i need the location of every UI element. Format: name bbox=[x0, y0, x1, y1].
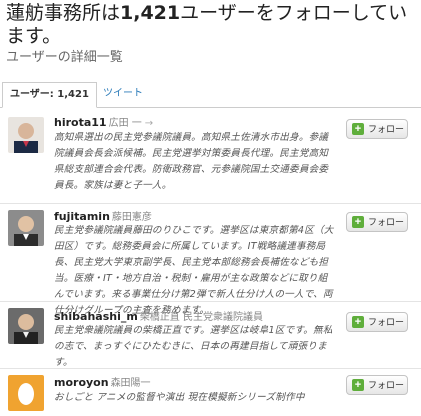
list-item: hirota11 広田 一 → 高知県選出の民主党参議院議員。高知県土佐清水市出身。… bbox=[0, 109, 421, 204]
list-item: fujitamin 藤田憲彦 民主党参議院議員藤田のりひこです。選挙区は東京都第4… bbox=[0, 204, 421, 316]
plus-icon: + bbox=[352, 216, 364, 228]
full-name: 森田陽一 bbox=[110, 378, 151, 389]
full-name: 広田 一 bbox=[108, 118, 142, 129]
page-subtitle: ユーザーの詳細一覧 bbox=[6, 50, 123, 65]
follow-button[interactable]: + フォロー bbox=[346, 119, 408, 139]
plus-icon: + bbox=[352, 316, 364, 328]
tab-bar: ユーザー: 1,421 ツイート bbox=[0, 82, 421, 108]
avatar[interactable] bbox=[8, 117, 44, 153]
avatar[interactable] bbox=[8, 210, 44, 246]
page-title: 蓮舫事務所は1,421ユーザーをフォローしています。 bbox=[6, 2, 408, 47]
screen-name[interactable]: hirota11 bbox=[54, 116, 107, 129]
user-name-line: moroyon 森田陽一 bbox=[54, 376, 151, 391]
follow-button[interactable]: + フォロー bbox=[346, 375, 408, 395]
full-name: 柴橋正直 民主党衆議院議員 bbox=[139, 312, 263, 323]
screen-name[interactable]: shibahashi_m bbox=[54, 310, 138, 323]
user-name-line: hirota11 広田 一 → bbox=[54, 116, 153, 131]
avatar[interactable] bbox=[8, 308, 44, 344]
user-bio: 高知県選出の民主党参議院議員。高知県土佐清水市出身。参議院議員会長会派候補。民主… bbox=[54, 132, 329, 191]
user-bio: 民主党衆議院議員の柴橋正直です。選挙区は岐阜1区です。無私の志で、まっすぐにひた… bbox=[54, 325, 333, 368]
plus-icon: + bbox=[352, 379, 364, 391]
avatar[interactable] bbox=[8, 375, 44, 411]
plus-icon: + bbox=[352, 123, 364, 135]
user-bio: おしごと アニメの監督や演出 現在模擬新シリーズ制作中 bbox=[54, 392, 305, 403]
tab-users[interactable]: ユーザー: 1,421 bbox=[2, 82, 97, 108]
screen-name[interactable]: fujitamin bbox=[54, 210, 110, 223]
follow-button[interactable]: + フォロー bbox=[346, 212, 408, 232]
list-item: shibahashi_m 柴橋正直 民主党衆議院議員 民主党衆議院議員の柴橋正直で… bbox=[0, 302, 421, 369]
tab-tweets[interactable]: ツイート bbox=[96, 82, 150, 108]
full-name: 藤田憲彦 bbox=[111, 212, 152, 223]
arrow-right-icon: → bbox=[144, 118, 154, 129]
list-item: moroyon 森田陽一 おしごと アニメの監督や演出 現在模擬新シリーズ制作中 … bbox=[0, 369, 421, 416]
screen-name[interactable]: moroyon bbox=[54, 376, 109, 389]
follow-button[interactable]: + フォロー bbox=[346, 312, 408, 332]
